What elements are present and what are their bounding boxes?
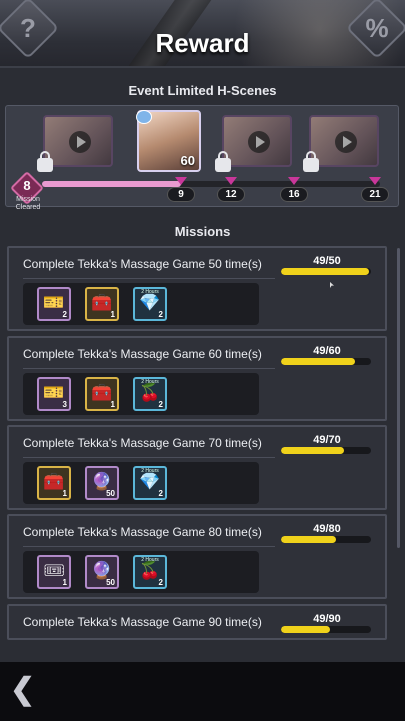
reward-quantity: 50 [106, 489, 115, 498]
reward-tray: 🧰 1 🔮 50 💎 2 Hours 2 [23, 462, 259, 504]
mission-title: Complete Tekka's Massage Game 80 time(s) [23, 525, 262, 539]
page-title: Reward [155, 28, 250, 58]
reward-item[interactable]: 🔮 50 [85, 555, 119, 589]
divider [23, 546, 275, 547]
mission-count: 8 [23, 178, 31, 193]
scene-thumbnail-3[interactable] [222, 115, 292, 167]
mission-card[interactable]: Complete Tekka's Massage Game 70 time(s)… [7, 425, 387, 510]
milestone-marker-icon [175, 177, 187, 185]
reward-quantity: 1 [110, 310, 115, 319]
mission-progress-text: 49/80 [313, 523, 341, 535]
milestone-value: 16 [280, 187, 308, 202]
mission-progress-bar [281, 536, 371, 543]
mission-progress-bar [281, 268, 371, 275]
milestone-value: 12 [217, 187, 245, 202]
back-arrow-icon: ❮ [10, 673, 36, 706]
reward-quantity: 2 [158, 400, 163, 409]
mission-title: Complete Tekka's Massage Game 70 time(s) [23, 436, 262, 450]
divider [23, 278, 275, 279]
mission-progress-bar [281, 626, 371, 633]
mission-progress-fill [281, 268, 370, 275]
mission-progress-bar [281, 358, 371, 365]
mission-cleared-label: Mission Cleared [15, 196, 41, 211]
character-badge-icon [136, 110, 152, 124]
scenes-section-title: Event Limited H-Scenes [128, 83, 277, 98]
mission-title: Complete Tekka's Massage Game 60 time(s) [23, 347, 262, 361]
mission-progress-fill [281, 358, 355, 365]
reward-item[interactable]: 🎫 2 [37, 287, 71, 321]
lock-icon [37, 151, 53, 172]
reward-duration: 2 Hours [141, 557, 159, 563]
mission-progress-fill [281, 447, 344, 454]
mission-progress-fill [281, 536, 336, 543]
scene-thumbnail-1[interactable] [43, 115, 113, 167]
play-icon [335, 131, 357, 153]
reward-quantity: 1 [62, 578, 67, 587]
milestone-marker-icon [288, 177, 300, 185]
reward-quantity: 1 [110, 400, 115, 409]
milestone-value: 21 [361, 187, 389, 202]
mission-progress-fill [281, 626, 330, 633]
reward-quantity: 2 [62, 310, 67, 319]
reward-item[interactable]: 🧰 1 [37, 466, 71, 500]
lock-icon [303, 151, 319, 172]
reward-tray: 🎟 1 🔮 50 🍒 2 Hours 2 [23, 551, 259, 593]
reward-quantity: 50 [106, 578, 115, 587]
reward-item[interactable]: 🎫 3 [37, 377, 71, 411]
play-icon [69, 131, 91, 153]
milestone-value: 9 [167, 187, 195, 202]
reward-duration: 2 Hours [141, 379, 159, 385]
mission-scrollbar[interactable] [397, 248, 400, 548]
mission-progress-bar [281, 447, 371, 454]
milestone-marker-icon [225, 177, 237, 185]
mission-title: Complete Tekka's Massage Game 50 time(s) [23, 257, 262, 271]
lock-icon [215, 151, 231, 172]
divider [23, 368, 275, 369]
bottom-bar [0, 662, 405, 721]
back-button[interactable]: ❮ [10, 675, 38, 705]
mission-progress-text: 49/90 [313, 613, 341, 625]
reward-item[interactable]: 🧰 1 [85, 377, 119, 411]
reward-quantity: 2 [158, 489, 163, 498]
reward-tray: 🎫 3 🧰 1 🍒 2 Hours 2 [23, 373, 259, 415]
reward-quantity: 1 [62, 489, 67, 498]
reward-quantity: 2 [158, 578, 163, 587]
reward-item[interactable]: 🔮 50 [85, 466, 119, 500]
mission-progress-text: 49/70 [313, 434, 341, 446]
mission-progress-fill [42, 181, 181, 187]
reward-item[interactable]: 💎 2 Hours 2 [133, 466, 167, 500]
reward-quantity: 3 [62, 400, 67, 409]
mission-card[interactable]: Complete Tekka's Massage Game 60 time(s)… [7, 336, 387, 421]
reward-item[interactable]: 💎 2 Hours 2 [133, 287, 167, 321]
reward-item[interactable]: 🍒 2 Hours 2 [133, 377, 167, 411]
reward-duration: 2 Hours [141, 289, 159, 295]
play-icon [248, 131, 270, 153]
reward-item[interactable]: 🧰 1 [85, 287, 119, 321]
reward-item[interactable]: 🍒 2 Hours 2 [133, 555, 167, 589]
missions-section-title: Missions [174, 224, 231, 239]
divider [23, 457, 275, 458]
reward-quantity: 2 [158, 310, 163, 319]
scene-thumbnail-4[interactable] [309, 115, 379, 167]
reward-duration: 2 Hours [141, 468, 159, 474]
reward-item[interactable]: 🎟 1 [37, 555, 71, 589]
mission-progress-text: 49/60 [313, 345, 341, 357]
mission-title: Complete Tekka's Massage Game 90 time(s) [23, 615, 262, 629]
mission-card[interactable]: Complete Tekka's Massage Game 80 time(s)… [7, 514, 387, 599]
mission-card[interactable]: Complete Tekka's Massage Game 90 time(s)… [7, 604, 387, 640]
mission-card[interactable]: Complete Tekka's Massage Game 50 time(s)… [7, 246, 387, 331]
mission-progress-text: 49/50 [313, 255, 341, 267]
scene-count: 60 [180, 153, 195, 168]
milestone-marker-icon [369, 177, 381, 185]
reward-tray: 🎫 2 🧰 1 💎 2 Hours 2 [23, 283, 259, 325]
